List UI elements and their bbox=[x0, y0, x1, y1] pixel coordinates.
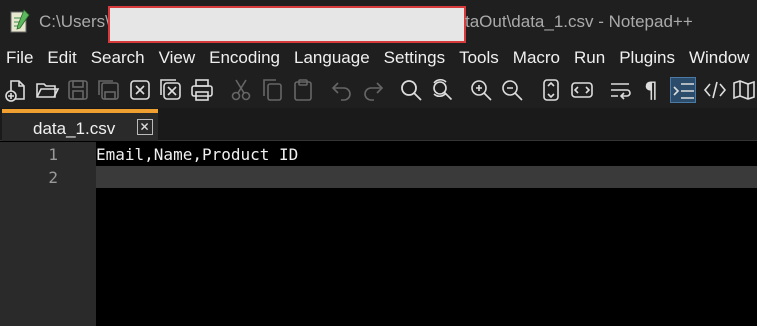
tab-label: data_1.csv bbox=[33, 119, 116, 138]
title-bar: C:\Users\ taOut\data_1.csv - Notepad++ bbox=[0, 0, 757, 44]
save-icon[interactable] bbox=[65, 77, 91, 103]
window-title-path-end: taOut\data_1.csv - Notepad++ bbox=[465, 12, 693, 31]
paste-icon[interactable] bbox=[290, 77, 316, 103]
svg-text:¶: ¶ bbox=[644, 79, 658, 103]
save-all-icon[interactable] bbox=[96, 77, 122, 103]
menu-edit[interactable]: Edit bbox=[47, 48, 76, 68]
current-line-highlight bbox=[96, 166, 757, 188]
tab-bar: data_1.csv bbox=[0, 108, 757, 141]
menu-macro[interactable]: Macro bbox=[513, 48, 560, 68]
sync-horizontal-icon[interactable] bbox=[569, 77, 595, 103]
sync-vertical-icon[interactable] bbox=[538, 77, 564, 103]
undo-icon[interactable] bbox=[329, 77, 355, 103]
zoom-in-icon[interactable] bbox=[468, 77, 494, 103]
map-icon[interactable] bbox=[731, 77, 757, 103]
tab-data-1-csv[interactable]: data_1.csv bbox=[2, 109, 158, 141]
menu-search[interactable]: Search bbox=[91, 48, 145, 68]
indent-guide-icon[interactable] bbox=[670, 77, 696, 103]
redacted-region bbox=[108, 6, 466, 43]
close-all-icon[interactable] bbox=[158, 77, 184, 103]
editor-area[interactable]: 1 2 Email,Name,Product ID bbox=[0, 142, 757, 326]
menu-window[interactable]: Window bbox=[689, 48, 749, 68]
copy-icon[interactable] bbox=[259, 77, 285, 103]
menu-tools[interactable]: Tools bbox=[459, 48, 499, 68]
menu-plugins[interactable]: Plugins bbox=[619, 48, 675, 68]
line-number: 1 bbox=[48, 145, 58, 164]
find-icon[interactable] bbox=[398, 77, 424, 103]
open-icon[interactable] bbox=[34, 77, 60, 103]
menu-encoding[interactable]: Encoding bbox=[209, 48, 280, 68]
menu-view[interactable]: View bbox=[159, 48, 196, 68]
menu-language[interactable]: Language bbox=[294, 48, 370, 68]
code-line[interactable]: Email,Name,Product ID bbox=[96, 145, 298, 164]
window-title-path-start: C:\Users\ bbox=[39, 12, 110, 31]
redo-icon[interactable] bbox=[360, 77, 386, 103]
close-icon[interactable] bbox=[127, 77, 153, 103]
xml-tag-icon[interactable] bbox=[702, 77, 728, 103]
toolbar: ¶ bbox=[0, 72, 757, 108]
close-tab-icon[interactable] bbox=[137, 119, 153, 135]
menu-file[interactable]: File bbox=[6, 48, 33, 68]
zoom-out-icon[interactable] bbox=[499, 77, 525, 103]
replace-icon[interactable] bbox=[429, 77, 455, 103]
show-all-characters-icon[interactable]: ¶ bbox=[639, 77, 665, 103]
notepad-plus-plus-icon bbox=[10, 9, 30, 33]
line-number: 2 bbox=[48, 168, 58, 187]
word-wrap-icon[interactable] bbox=[608, 77, 634, 103]
menu-bar: File Edit Search View Encoding Language … bbox=[0, 44, 757, 72]
menu-run[interactable]: Run bbox=[574, 48, 605, 68]
menu-settings[interactable]: Settings bbox=[384, 48, 445, 68]
print-icon[interactable] bbox=[189, 77, 215, 103]
cut-icon[interactable] bbox=[228, 77, 254, 103]
line-number-gutter: 1 2 bbox=[0, 142, 96, 326]
new-file-icon[interactable] bbox=[3, 77, 29, 103]
